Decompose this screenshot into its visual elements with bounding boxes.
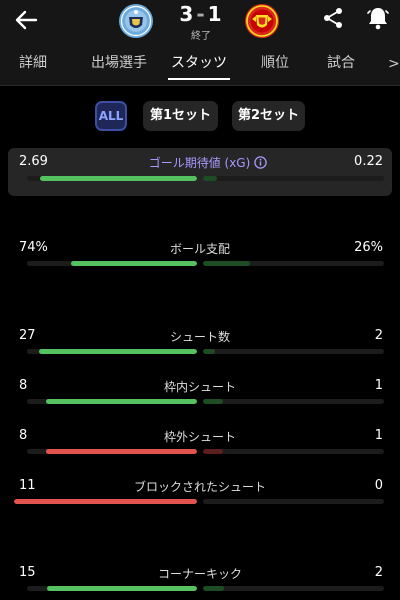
home-value: 8 [19, 378, 28, 393]
home-value: 15 [19, 565, 36, 580]
stat-label: ブロックされたシュート [133, 480, 266, 494]
home-value: 74% [19, 240, 48, 255]
away-bar-track [203, 349, 384, 354]
away-value: 0.22 [354, 154, 383, 169]
home-value: 11 [19, 478, 36, 493]
home-bar [71, 261, 197, 266]
home-bar-track [27, 399, 197, 404]
tabs-more-chevron-icon[interactable]: > [388, 56, 400, 72]
away-bar-track [203, 261, 384, 266]
stat-label: 枠外シュート [163, 430, 236, 444]
home-value: 27 [19, 328, 36, 343]
tab-standings[interactable]: 順位 [258, 46, 292, 86]
home-bar-track [27, 349, 197, 354]
home-bar [45, 449, 197, 454]
tab-lineups[interactable]: 出場選手 [84, 46, 154, 86]
away-bar-track [203, 586, 384, 591]
man-city-crest-icon[interactable] [118, 3, 154, 39]
stat-label: 枠内シュート [163, 380, 236, 394]
home-bar [45, 399, 197, 404]
segment-first-half[interactable]: 第1セット [143, 101, 218, 131]
segment-second-half[interactable]: 第2セット [232, 101, 305, 131]
away-bar-track [203, 176, 384, 181]
home-bar-track [14, 499, 197, 504]
away-bar [203, 261, 251, 266]
back-arrow-icon[interactable] [12, 6, 40, 34]
stat-label-text: ゴール期待値 (xG) [148, 156, 251, 170]
tab-matches[interactable]: 試合 [324, 46, 358, 86]
info-icon[interactable] [254, 156, 268, 169]
tab-details[interactable]: 詳細 [14, 46, 52, 86]
away-bar [203, 349, 216, 354]
man-united-crest-icon[interactable] [244, 3, 280, 39]
tab-stats[interactable]: スタッツ [168, 46, 230, 86]
stat-label: シュート数 [169, 330, 230, 344]
away-value: 1 [374, 428, 383, 443]
home-bar [38, 349, 197, 354]
away-value: 26% [354, 240, 383, 255]
segment-all[interactable]: ALL [95, 101, 127, 131]
match-status: 終了 [191, 31, 211, 42]
home-score: 3 [179, 2, 195, 26]
away-value: 0 [374, 478, 383, 493]
home-value: 2.69 [19, 154, 48, 169]
bell-icon[interactable] [366, 5, 390, 31]
away-bar-track [203, 499, 384, 504]
tab-bar: 詳細 出場選手 スタッツ 順位 試合 > [0, 46, 400, 86]
scoreline: 3-1 [170, 2, 232, 26]
share-icon[interactable] [322, 6, 344, 30]
stat-label: ゴール期待値 (xG) [98, 154, 318, 171]
away-bar-track [203, 399, 384, 404]
match-header: 3-1 終了 [0, 0, 400, 46]
away-value: 2 [374, 565, 383, 580]
home-bar-track [27, 586, 197, 591]
home-bar-track [27, 176, 197, 181]
score-separator: - [196, 2, 206, 26]
away-bar [203, 586, 225, 591]
stat-label: コーナーキック [157, 567, 242, 581]
away-bar [203, 399, 224, 404]
away-value: 2 [374, 328, 383, 343]
home-bar [14, 499, 197, 504]
home-value: 8 [19, 428, 28, 443]
stat-row-xg: 2.69 ゴール期待値 (xG) 0.22 [8, 148, 392, 196]
away-score: 1 [207, 2, 223, 26]
away-bar [203, 176, 217, 181]
home-bar [39, 176, 197, 181]
stat-label: ボール支配 [169, 242, 230, 256]
away-value: 1 [374, 378, 383, 393]
away-bar [203, 449, 224, 454]
away-bar-track [203, 449, 384, 454]
home-bar-track [27, 261, 197, 266]
home-bar-track [27, 449, 197, 454]
home-bar [47, 586, 197, 591]
